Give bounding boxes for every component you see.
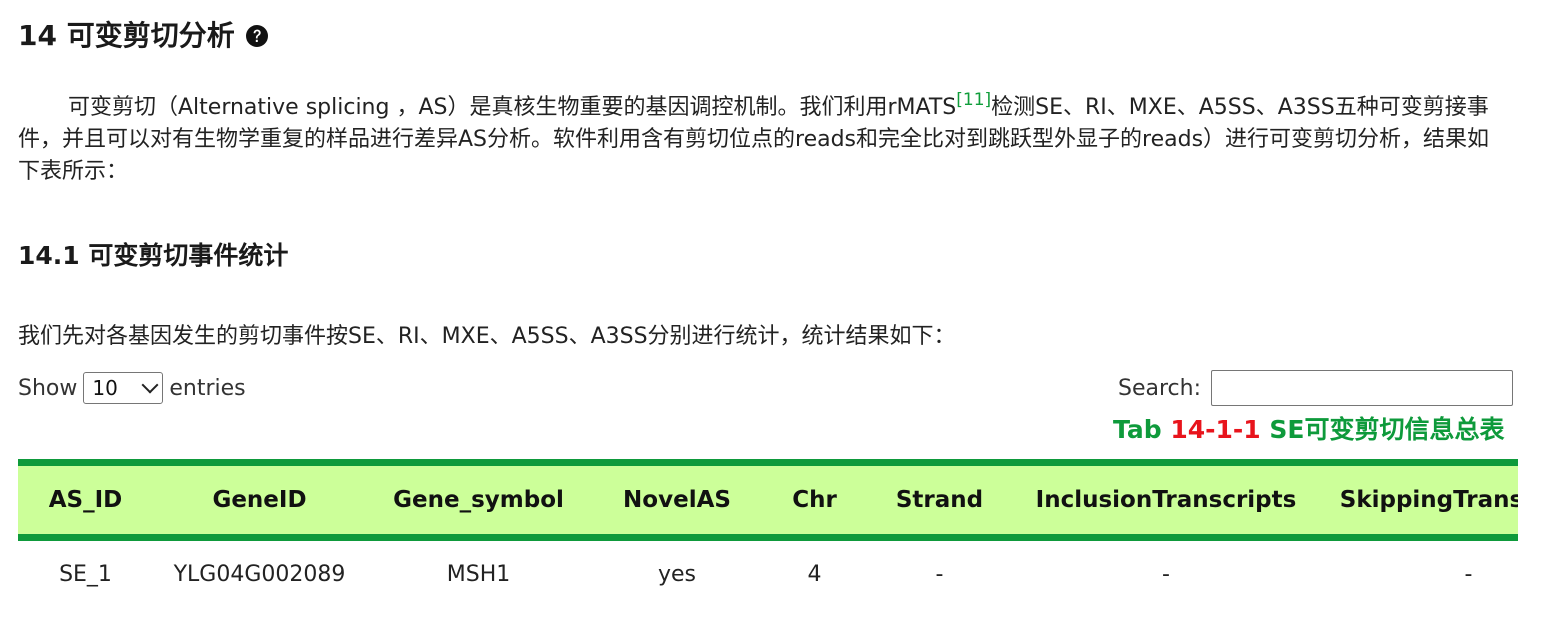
cell-skipping-transcripts: - (1464, 561, 1473, 587)
column-header-as-id[interactable]: AS_ID (18, 459, 153, 541)
table-search-control: Search: (1118, 370, 1513, 406)
column-header-chr[interactable]: Chr (763, 459, 866, 541)
cell-gene-id: YLG04G002089 (173, 561, 346, 587)
stats-intro-text: 我们先对各基因发生的剪切事件按SE、RI、MXE、A5SS、A3SS分别进行统计… (18, 324, 956, 349)
column-header-gene-id[interactable]: GeneID (153, 459, 366, 541)
caption-prefix: Tab (1113, 415, 1171, 444)
section-title-text: 14 可变剪切分析 (18, 19, 235, 52)
cell-novel-as: yes (657, 561, 697, 587)
entries-length-control: Show 10 entries (18, 372, 246, 404)
cell-chr: 4 (807, 561, 822, 587)
table-row: SE_1 YLG04G002089 MSH1 yes 4 - - - (18, 538, 1518, 608)
search-input[interactable] (1211, 370, 1513, 406)
as-intro-paragraph: 可变剪切（Alternative splicing ，AS）是真核生物重要的基因… (18, 92, 1508, 188)
se-events-table: AS_ID GeneID Gene_symbol NovelAS Chr Str… (18, 459, 1518, 607)
table-scroll-container[interactable]: AS_ID GeneID Gene_symbol NovelAS Chr Str… (18, 459, 1518, 607)
caption-title: SE可变剪切信息总表 (1260, 415, 1505, 444)
column-header-skipping-transcripts[interactable]: SkippingTranscripts (1319, 459, 1518, 541)
search-label: Search: (1118, 375, 1201, 401)
reference-link[interactable]: [11] (956, 90, 991, 110)
column-header-novel-as[interactable]: NovelAS (591, 459, 763, 541)
column-header-strand[interactable]: Strand (866, 459, 1013, 541)
cell-inclusion-transcripts: - (1162, 561, 1170, 587)
column-header-inclusion-transcripts[interactable]: InclusionTranscripts (1013, 459, 1319, 541)
chevron-down-icon (141, 376, 159, 394)
question-circle-icon[interactable] (245, 22, 269, 47)
cell-strand: - (935, 561, 944, 587)
subsection-title: 14.1 可变剪切事件统计 (18, 241, 289, 270)
column-header-gene-symbol[interactable]: Gene_symbol (366, 459, 591, 541)
cell-as-id: SE_1 (59, 561, 112, 587)
entries-label: entries (169, 375, 246, 401)
entries-select-value: 10 (92, 376, 118, 400)
show-label: Show (18, 375, 78, 401)
entries-select[interactable]: 10 (83, 372, 164, 404)
as-intro-text-1: 可变剪切（Alternative splicing ，AS）是真核生物重要的基因… (68, 95, 957, 120)
cell-gene-symbol: MSH1 (446, 561, 511, 587)
caption-number: 14-1-1 (1170, 415, 1261, 444)
table-caption: Tab 14-1-1 SE可变剪切信息总表 (1113, 410, 1518, 446)
section-title: 14 可变剪切分析 (18, 14, 269, 54)
table-header-row: AS_ID GeneID Gene_symbol NovelAS Chr Str… (18, 459, 1518, 541)
